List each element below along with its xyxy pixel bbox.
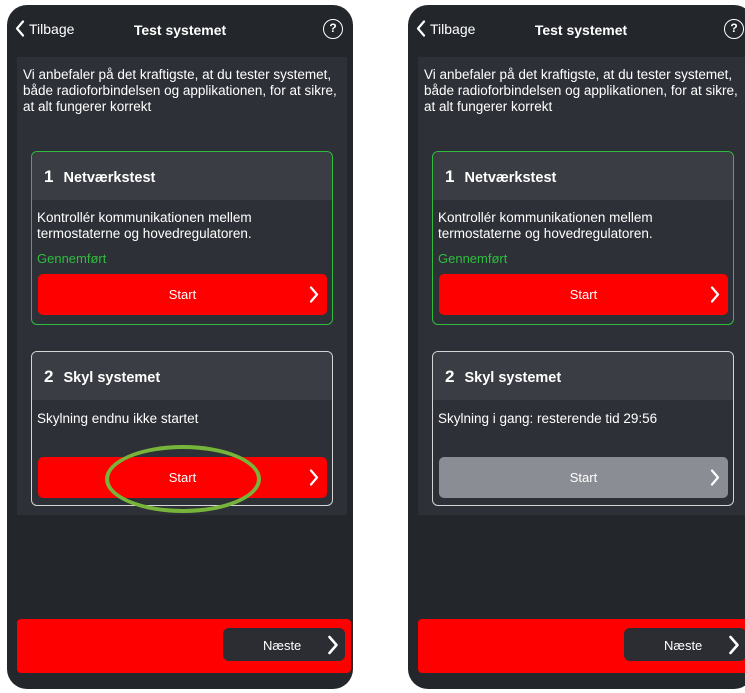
network-test-start-button[interactable]: Start — [439, 274, 728, 315]
chevron-right-icon — [710, 469, 720, 486]
network-test-description: Kontrollér kommunikationen mellem termos… — [37, 210, 252, 241]
bottom-bar: Næste — [17, 619, 351, 673]
network-test-card: 1 Netværkstest Kontrollér kommunikationen… — [31, 151, 333, 325]
flush-system-status-text: Skylning i gang: resterende tid 29:56 — [438, 411, 658, 426]
intro-text: Vi anbefaler på det kraftigste, at du te… — [23, 67, 337, 114]
step-number: 2 — [44, 367, 54, 386]
chevron-right-icon — [729, 635, 739, 655]
start-label: Start — [569, 287, 598, 302]
next-label: Næste — [263, 638, 302, 653]
start-label: Start — [168, 470, 197, 485]
chevron-right-icon — [710, 286, 720, 303]
network-test-status: Gennemført — [37, 251, 107, 266]
flush-system-status-text: Skylning endnu ikke startet — [37, 411, 199, 426]
start-label: Start — [569, 470, 598, 485]
navigation-bar: Tilbage Test systemet ? — [408, 5, 745, 57]
content-panel: Vi anbefaler på det kraftigste, at du te… — [418, 57, 745, 515]
flush-system-title: Skyl systemet — [464, 370, 562, 386]
content-panel: Vi anbefaler på det kraftigste, at du te… — [17, 57, 347, 515]
flush-system-header: 2 Skyl systemet — [433, 352, 733, 400]
phone-screen-before: Tilbage Test systemet ? Vi anbefaler på … — [7, 5, 353, 689]
step-number: 1 — [445, 167, 455, 186]
next-button[interactable]: Næste — [624, 628, 745, 661]
page-title: Test systemet — [534, 22, 628, 38]
network-test-header: 1 Netværkstest — [433, 152, 733, 200]
chevron-right-icon — [309, 286, 319, 303]
step-number: 2 — [445, 367, 455, 386]
flush-system-start-button[interactable]: Start — [439, 457, 728, 498]
phone-screen-after: Tilbage Test systemet ? Vi anbefaler på … — [408, 5, 745, 689]
flush-system-header: 2 Skyl systemet — [32, 352, 332, 400]
page-title: Test systemet — [133, 22, 227, 38]
network-test-start-button[interactable]: Start — [38, 274, 327, 315]
network-test-title: Netværkstest — [464, 170, 557, 186]
bottom-bar: Næste — [418, 619, 745, 673]
next-button[interactable]: Næste — [223, 628, 345, 661]
network-test-status: Gennemført — [438, 251, 508, 266]
start-label: Start — [168, 287, 197, 302]
flush-system-card: 2 Skyl systemet Skylning i gang: resteren… — [432, 351, 734, 506]
chevron-right-icon — [309, 469, 319, 486]
network-test-title: Netværkstest — [63, 170, 156, 186]
next-label: Næste — [664, 638, 703, 653]
navigation-bar: Tilbage Test systemet ? — [7, 5, 353, 57]
help-icon[interactable]: ? — [724, 19, 744, 39]
help-icon[interactable]: ? — [323, 19, 343, 39]
step-number: 1 — [44, 167, 54, 186]
intro-text: Vi anbefaler på det kraftigste, at du te… — [424, 67, 738, 114]
flush-system-title: Skyl systemet — [63, 370, 161, 386]
network-test-card: 1 Netværkstest Kontrollér kommunikationen… — [432, 151, 734, 325]
network-test-header: 1 Netværkstest — [32, 152, 332, 200]
flush-system-start-button[interactable]: Start — [38, 457, 327, 498]
flush-system-card: 2 Skyl systemet Skylning endnu ikke start… — [31, 351, 333, 506]
network-test-description: Kontrollér kommunikationen mellem termos… — [438, 210, 653, 241]
chevron-right-icon — [328, 635, 338, 655]
